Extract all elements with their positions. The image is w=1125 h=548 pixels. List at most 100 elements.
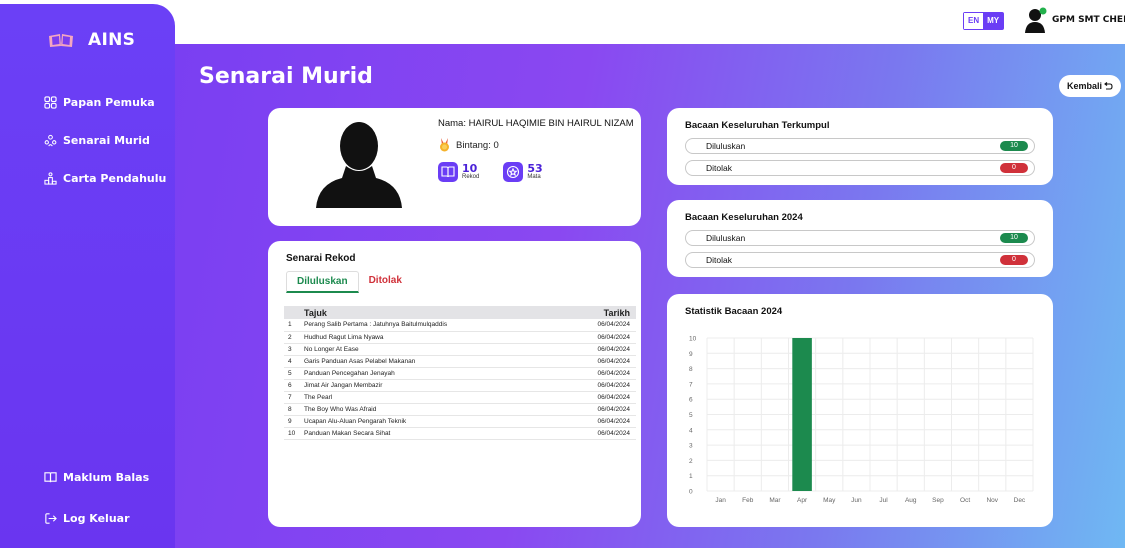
- row-date: 06/04/2024: [563, 415, 636, 428]
- table-row[interactable]: 10 Panduan Makan Secara Sihat 06/04/2024: [284, 427, 636, 440]
- table-row[interactable]: 8 The Boy Who Was Afraid 06/04/2024: [284, 403, 636, 416]
- row-date: 06/04/2024: [563, 355, 636, 368]
- cumulative-approved-row[interactable]: Diluluskan 10: [685, 138, 1035, 154]
- table-row[interactable]: 3 No Longer At Ease 06/04/2024: [284, 343, 636, 356]
- rejected-label: Ditolak: [706, 163, 732, 173]
- mata-value: 53: [527, 162, 543, 175]
- records-card: Senarai Rekod Diluluskan Ditolak Tajuk T…: [268, 241, 641, 527]
- row-number: 4: [284, 355, 302, 368]
- table-header-row: Tajuk Tarikh: [284, 306, 636, 319]
- yearly-approved-row[interactable]: Diluluskan 10: [685, 230, 1035, 246]
- app-name: AINS: [88, 30, 136, 50]
- user-name: GPM SMT CHERA: [1052, 15, 1125, 25]
- y-tick-label: 3: [689, 443, 693, 450]
- user-avatar-icon: [1025, 7, 1047, 33]
- sidebar-item-papan-pemuka[interactable]: Papan Pemuka: [44, 96, 155, 109]
- row-number: 9: [284, 415, 302, 428]
- table-row[interactable]: 2 Hudhud Ragut Lima Nyawa 06/04/2024: [284, 331, 636, 344]
- approved-label: Diluluskan: [706, 233, 746, 243]
- back-button[interactable]: Kembali: [1059, 75, 1121, 97]
- table-row[interactable]: 5 Panduan Pencegahan Jenayah 06/04/2024: [284, 367, 636, 380]
- sidebar-item-senarai-murid[interactable]: Senarai Murid: [44, 134, 150, 147]
- user-menu[interactable]: GPM SMT CHERA: [1025, 7, 1125, 33]
- row-title: The Pearl: [302, 391, 564, 404]
- approved-label: Diluluskan: [706, 141, 746, 151]
- table-row[interactable]: 1 Perang Salib Pertama : Jatuhnya Baitulm…: [284, 319, 636, 332]
- row-date: 06/04/2024: [563, 343, 636, 356]
- brand[interactable]: AINS: [48, 30, 135, 50]
- lang-en-button[interactable]: EN: [964, 13, 984, 29]
- row-number: 5: [284, 367, 302, 380]
- row-title: Panduan Pencegahan Jenayah: [302, 367, 564, 380]
- reading-statistics-card: Statistik Bacaan 2024 0 1 2 3 4 5 6 7 8 9 10 Jan Feb…: [667, 294, 1053, 527]
- y-tick-label: 8: [689, 366, 693, 373]
- cumulative-title: Bacaan Keseluruhan Terkumpul: [685, 120, 830, 131]
- mata-label: Mata: [527, 174, 541, 180]
- lang-my-button[interactable]: MY: [983, 13, 1004, 29]
- x-tick-label: Jan: [715, 497, 726, 504]
- rekod-stat: 10 Rekod: [438, 162, 479, 182]
- records-table: Tajuk Tarikh 1 Perang Salib Pertama : Jat…: [284, 306, 636, 440]
- badge-star-icon: [503, 162, 524, 182]
- cumulative-rejected-row[interactable]: Ditolak 0: [685, 160, 1035, 176]
- sidebar-item-label: Senarai Murid: [63, 134, 150, 147]
- y-tick-label: 1: [689, 473, 693, 480]
- approved-count-badge: 10: [1000, 141, 1028, 151]
- y-tick-label: 2: [689, 458, 693, 465]
- table-row[interactable]: 9 Ucapan Alu-Aluan Pengarah Teknik 06/04/2…: [284, 415, 636, 428]
- mata-stat: 53 Mata: [503, 162, 543, 182]
- student-silhouette-icon: [316, 122, 402, 208]
- sidebar-item-maklum-balas[interactable]: Maklum Balas: [44, 471, 149, 484]
- row-date: 06/04/2024: [563, 403, 636, 416]
- row-number: 8: [284, 403, 302, 416]
- table-row[interactable]: 6 Jimat Air Jangan Membazir 06/04/2024: [284, 379, 636, 392]
- col-tarikh: Tarikh: [563, 306, 636, 319]
- yearly-reading-card: Bacaan Keseluruhan 2024 Diluluskan 10 Di…: [667, 200, 1053, 277]
- language-switch[interactable]: EN MY: [963, 12, 1005, 30]
- y-tick-label: 7: [689, 381, 693, 388]
- row-number: 10: [284, 427, 302, 440]
- x-tick-label: Nov: [986, 497, 998, 504]
- x-tick-label: Feb: [742, 497, 754, 504]
- row-date: 06/04/2024: [563, 331, 636, 344]
- student-name: Nama: HAIRUL HAQIMIE BIN HAIRUL NIZAM: [438, 118, 634, 129]
- y-tick-label: 4: [689, 427, 693, 434]
- users-icon: [44, 134, 57, 147]
- tab-diluluskan[interactable]: Diluluskan: [286, 271, 359, 293]
- row-number: 6: [284, 379, 302, 392]
- bar-apr[interactable]: [792, 338, 812, 491]
- main-content: Senarai Murid Kembali Nama: HAIRUL HAQIM…: [175, 44, 1125, 548]
- records-tabs: Diluluskan Ditolak: [286, 271, 412, 293]
- row-title: Hudhud Ragut Lima Nyawa: [302, 331, 564, 344]
- row-title: Panduan Makan Secara Sihat: [302, 427, 564, 440]
- sidebar-item-label: Log Keluar: [63, 512, 130, 525]
- table-row[interactable]: 4 Garis Panduan Asas Pelabel Makanan 06/04…: [284, 355, 636, 368]
- rekod-value: 10: [462, 162, 478, 175]
- podium-icon: [44, 172, 57, 185]
- back-button-label: Kembali: [1066, 81, 1102, 91]
- row-number: 1: [284, 319, 302, 332]
- sidebar-item-carta-pendahulu[interactable]: Carta Pendahulu: [44, 172, 166, 185]
- table-row[interactable]: 7 The Pearl 06/04/2024: [284, 391, 636, 404]
- row-date: 06/04/2024: [563, 427, 636, 440]
- x-tick-label: Oct: [960, 497, 970, 504]
- bar-chart: 0 1 2 3 4 5 6 7 8 9 10 Jan Feb Mar Apr May Jun Jul Aug Sep O…: [689, 336, 1034, 504]
- row-title: Garis Panduan Asas Pelabel Makanan: [302, 355, 564, 368]
- x-tick-label: Mar: [769, 497, 781, 504]
- x-tick-label: Aug: [905, 497, 917, 504]
- row-number: 7: [284, 391, 302, 404]
- col-tajuk: Tajuk: [302, 306, 564, 319]
- rejected-count-badge: 0: [1000, 255, 1028, 265]
- page-title: Senarai Murid: [199, 64, 373, 89]
- col-no: [284, 306, 302, 319]
- row-title: Perang Salib Pertama : Jatuhnya Baitulmu…: [302, 319, 564, 332]
- logout-icon: [45, 513, 57, 524]
- tab-ditolak[interactable]: Ditolak: [359, 271, 412, 293]
- row-number: 2: [284, 331, 302, 344]
- rejected-label: Ditolak: [706, 255, 732, 265]
- yearly-rejected-row[interactable]: Ditolak 0: [685, 252, 1035, 268]
- sidebar-item-label: Papan Pemuka: [63, 96, 155, 109]
- return-arrow-icon: [1104, 82, 1113, 90]
- y-tick-label: 9: [689, 351, 693, 358]
- sidebar-item-log-keluar[interactable]: Log Keluar: [44, 512, 130, 525]
